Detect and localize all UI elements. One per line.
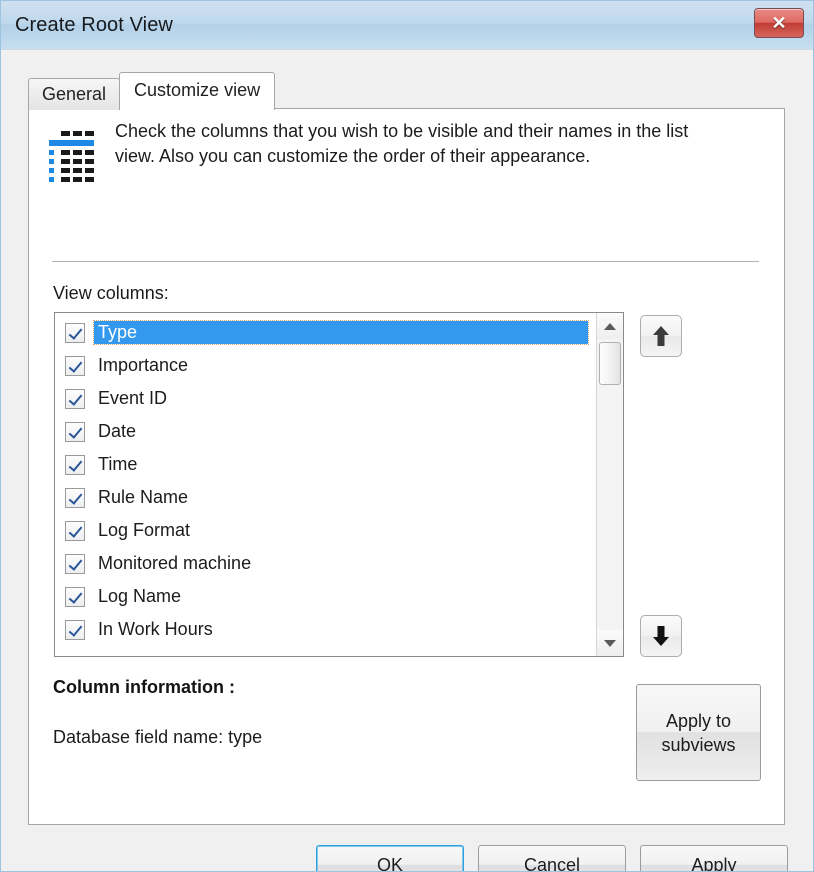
apply-button-label: Apply: [691, 854, 737, 872]
list-item[interactable]: Time: [55, 448, 596, 481]
tab-strip: General Customize view: [28, 72, 276, 110]
checkbox[interactable]: [65, 619, 85, 640]
title-bar: Create Root View ✕: [1, 1, 813, 50]
table-grid-icon: [49, 131, 94, 182]
arrow-down-icon: [653, 626, 669, 646]
list-item-label: Type: [93, 320, 589, 345]
list-item[interactable]: Event ID: [55, 382, 596, 415]
listbox-scrollbar[interactable]: [596, 313, 623, 656]
list-item-label: In Work Hours: [98, 619, 213, 639]
list-item-label: Log Name: [98, 586, 182, 606]
header-separator: [52, 261, 759, 262]
list-item[interactable]: Date: [55, 415, 596, 448]
apply-to-subviews-button[interactable]: Apply to subviews: [636, 684, 761, 781]
list-item[interactable]: Monitored machine: [55, 547, 596, 580]
tab-customize-view[interactable]: Customize view: [119, 72, 276, 110]
create-root-view-dialog: Create Root View ✕ General Customize vie…: [0, 0, 814, 872]
view-columns-listbox[interactable]: Type Importance Event ID Date Time Rule …: [54, 312, 624, 657]
checkbox[interactable]: [65, 553, 85, 574]
scrollbar-thumb[interactable]: [599, 342, 621, 385]
panel-header: Check the columns that you wish to be vi…: [45, 119, 761, 182]
checkbox[interactable]: [65, 454, 85, 475]
list-item[interactable]: In Work Hours: [55, 613, 596, 646]
tab-general[interactable]: General: [28, 78, 121, 110]
list-item-label: Log Format: [98, 520, 191, 540]
arrow-up-icon: [653, 326, 669, 346]
list-item-label: Importance: [98, 355, 189, 375]
list-item-label: Monitored machine: [98, 553, 252, 573]
list-item[interactable]: Importance: [55, 349, 596, 382]
apply-to-subviews-label: Apply to subviews: [661, 710, 736, 755]
checkbox[interactable]: [65, 520, 85, 541]
list-item-label: Time: [98, 454, 138, 474]
checkbox[interactable]: [65, 586, 85, 607]
checkbox[interactable]: [65, 355, 85, 376]
cancel-button-label: Cancel: [523, 854, 581, 872]
checkbox[interactable]: [65, 487, 85, 508]
ok-button[interactable]: OK: [316, 845, 464, 872]
ok-button-label: OK: [376, 854, 403, 872]
checkbox[interactable]: [65, 421, 85, 442]
list-item-label: Event ID: [98, 388, 168, 408]
checkbox[interactable]: [65, 322, 85, 343]
panel-description: Check the columns that you wish to be vi…: [115, 121, 689, 166]
list-item[interactable]: Rule Name: [55, 481, 596, 514]
scroll-down-button[interactable]: [597, 630, 623, 656]
move-down-button[interactable]: [640, 615, 682, 657]
tab-general-label: General: [42, 84, 107, 104]
tab-customize-view-label: Customize view: [134, 79, 261, 100]
scroll-up-button[interactable]: [597, 313, 623, 339]
view-columns-label: View columns:: [53, 283, 169, 303]
close-button[interactable]: ✕: [754, 8, 804, 38]
customize-view-panel: Check the columns that you wish to be vi…: [28, 108, 785, 825]
triangle-up-icon: [604, 322, 616, 330]
move-up-button[interactable]: [640, 315, 682, 357]
list-item[interactable]: Type: [55, 316, 596, 349]
list-item[interactable]: Log Format: [55, 514, 596, 547]
list-item-label: Rule Name: [98, 487, 189, 507]
window-title: Create Root View: [15, 13, 173, 36]
apply-button[interactable]: Apply: [640, 845, 788, 872]
list-item-label: Date: [98, 421, 137, 441]
close-icon: ✕: [771, 13, 787, 33]
list-item[interactable]: Log Name: [55, 580, 596, 613]
cancel-button[interactable]: Cancel: [478, 845, 626, 872]
checkbox[interactable]: [65, 388, 85, 409]
column-information-value: Database field name: type: [53, 727, 263, 747]
dialog-body: General Customize view Check the columns…: [1, 50, 813, 872]
dialog-button-bar: OK Cancel Apply: [1, 842, 813, 872]
view-columns-list: Type Importance Event ID Date Time Rule …: [55, 313, 596, 656]
triangle-down-icon: [604, 639, 616, 647]
column-information-title: Column information :: [53, 677, 235, 697]
